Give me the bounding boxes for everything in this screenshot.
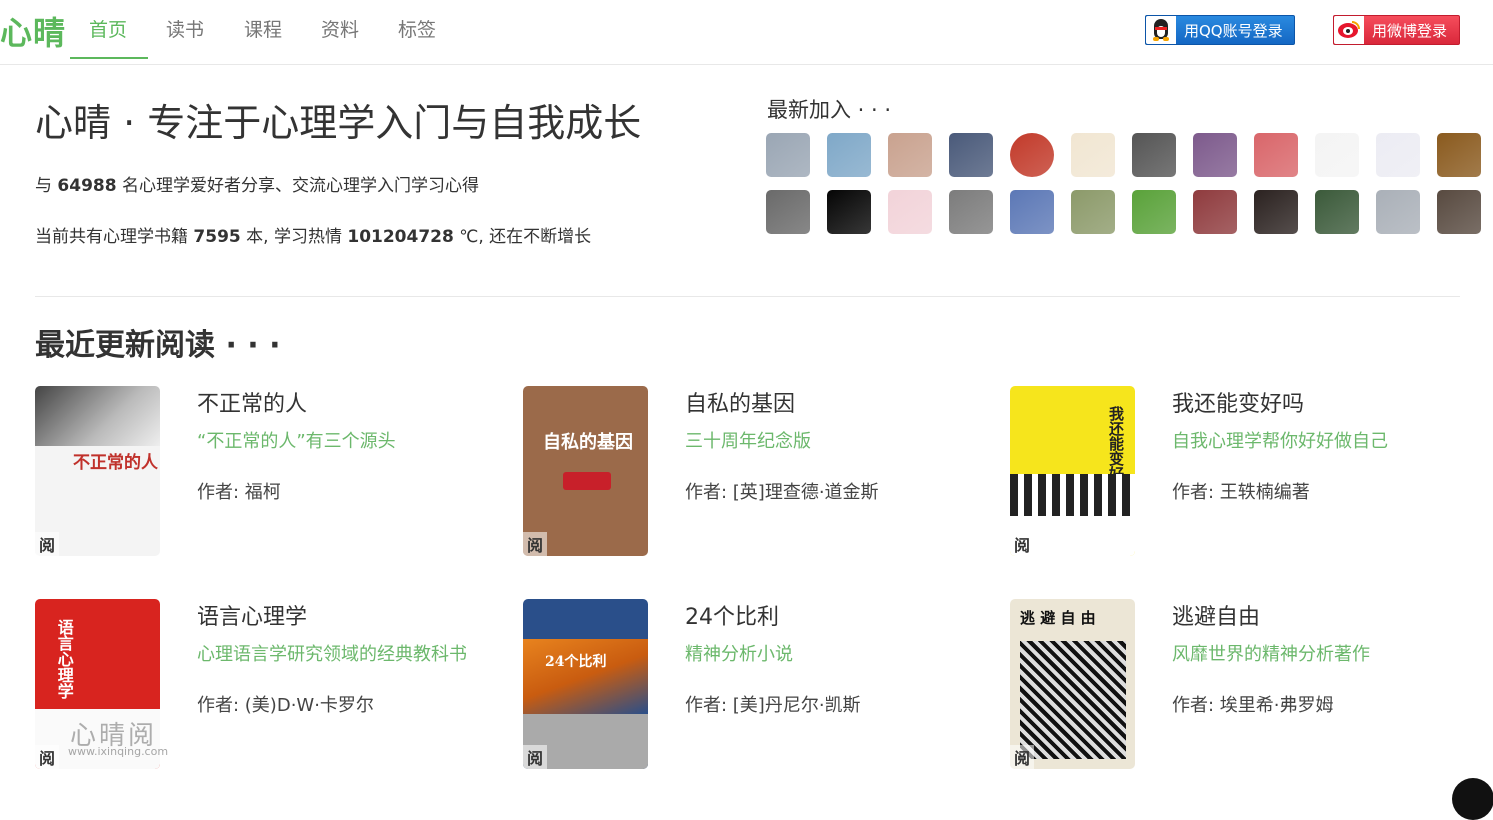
library-stat-line: 当前共有心理学书籍 7595 本, 学习热情 101204728 ℃, 还在不断… [35, 222, 591, 247]
book-author: 作者: 福柯 [197, 482, 281, 503]
qq-login-label: 用QQ账号登录 [1184, 21, 1283, 40]
nav-link-reading[interactable]: 读书 [166, 15, 204, 42]
book-cover[interactable]: 不正常的人 阅 [35, 386, 160, 556]
read-tag: 阅 [1010, 745, 1034, 769]
section-divider [35, 296, 1460, 297]
cover-badge [563, 472, 611, 490]
community-stat-prefix: 与 [35, 176, 58, 196]
member-avatar[interactable] [1132, 190, 1176, 234]
cover-title: 语言心理学 [54, 619, 74, 699]
member-avatar[interactable] [1010, 190, 1054, 234]
nav-link-materials[interactable]: 资料 [321, 15, 359, 42]
book-title[interactable]: 语言心理学 [197, 599, 307, 631]
cover-title: 逃 避 自 由 [1020, 609, 1096, 627]
page-title: 心晴 · 专注于心理学入门与自我成长 [35, 101, 642, 145]
read-tag: 阅 [35, 532, 59, 556]
member-avatar[interactable] [949, 190, 993, 234]
book-subtitle: 风靡世界的精神分析著作 [1172, 644, 1370, 665]
book-title[interactable]: 不正常的人 [197, 386, 307, 418]
member-avatar[interactable] [1071, 133, 1115, 177]
weibo-login-button[interactable]: 用微博登录 [1333, 15, 1460, 45]
cover-artwork [1020, 641, 1126, 759]
book-title[interactable]: 24个比利 [685, 599, 779, 631]
member-avatar[interactable] [1193, 133, 1237, 177]
member-avatar[interactable] [888, 190, 932, 234]
book-author: 作者: [英]理查德·道金斯 [685, 482, 879, 503]
member-avatar[interactable] [1010, 133, 1054, 177]
book-cover[interactable]: 24个比利 阅 [523, 599, 648, 769]
qq-login-button[interactable]: 用QQ账号登录 [1145, 15, 1295, 45]
member-avatar[interactable] [1193, 190, 1237, 234]
member-avatar[interactable] [827, 190, 871, 234]
member-avatar[interactable] [766, 133, 810, 177]
read-tag: 阅 [523, 532, 547, 556]
member-avatar[interactable] [1437, 133, 1481, 177]
back-to-top-button[interactable] [1452, 778, 1493, 820]
weibo-login-label: 用微博登录 [1372, 21, 1448, 40]
community-stat-line: 与 64988 名心理学爱好者分享、交流心理学入门学习心得 [35, 171, 479, 196]
active-nav-indicator [70, 57, 148, 59]
book-author: 作者: (美)D·W·卡罗尔 [197, 695, 374, 716]
book-subtitle: “不正常的人”有三个源头 [197, 431, 396, 452]
member-avatar[interactable] [1254, 190, 1298, 234]
book-title[interactable]: 逃避自由 [1172, 599, 1260, 631]
book-title[interactable]: 我还能变好吗 [1172, 386, 1304, 418]
member-avatar[interactable] [827, 133, 871, 177]
cover-title: 不正常的人 [73, 453, 158, 473]
nav-link-tags[interactable]: 标签 [398, 15, 436, 42]
read-tag: 阅 [1010, 532, 1034, 556]
cover-title: 24个比利 [545, 654, 607, 670]
member-avatar[interactable] [1071, 190, 1115, 234]
book-title[interactable]: 自私的基因 [685, 386, 795, 418]
book-count: 7595 [193, 227, 241, 247]
heat-count: 101204728 [347, 227, 454, 247]
book-cover[interactable]: 自私的基因 阅 [523, 386, 648, 556]
library-stat-suffix: ℃, 还在不断增长 [453, 227, 592, 247]
book-author: 作者: [美]丹尼尔·凯斯 [685, 695, 861, 716]
member-avatar[interactable] [1376, 190, 1420, 234]
top-navbar: 心晴 首页 读书 课程 资料 标签 用QQ账号登录 用微博登录 [0, 0, 1493, 65]
site-logo[interactable]: 心晴 [0, 8, 66, 54]
cover-artwork [35, 386, 160, 446]
member-count: 64988 [57, 176, 117, 196]
read-tag: 阅 [35, 745, 59, 769]
book-subtitle: 自我心理学帮你好好做自己 [1172, 431, 1388, 452]
book-card: 不正常的人 阅 不正常的人 “不正常的人”有三个源头 作者: 福柯 [35, 386, 495, 561]
book-card: 自私的基因 阅 自私的基因 三十周年纪念版 作者: [英]理查德·道金斯 [523, 386, 983, 561]
read-tag: 阅 [523, 745, 547, 769]
cover-title: 自私的基因 [543, 432, 633, 453]
library-stat-prefix: 当前共有心理学书籍 [35, 227, 194, 247]
qq-penguin-icon [1146, 16, 1176, 44]
member-avatar[interactable] [1132, 133, 1176, 177]
member-avatar[interactable] [1315, 133, 1359, 177]
member-avatar[interactable] [1376, 133, 1420, 177]
nav-link-home[interactable]: 首页 [89, 15, 127, 42]
nav-link-courses[interactable]: 课程 [244, 15, 282, 42]
book-author: 作者: 王轶楠编著 [1172, 482, 1310, 503]
member-avatar[interactable] [949, 133, 993, 177]
book-author: 作者: 埃里希·弗罗姆 [1172, 695, 1334, 716]
book-subtitle: 三十周年纪念版 [685, 431, 811, 452]
latest-members-grid [766, 133, 1486, 234]
member-avatar[interactable] [1315, 190, 1359, 234]
weibo-icon [1334, 16, 1364, 44]
book-cover[interactable]: 我还能变好吗 阅 [1010, 386, 1135, 556]
member-avatar[interactable] [888, 133, 932, 177]
book-card: 我还能变好吗 阅 我还能变好吗 自我心理学帮你好好做自己 作者: 王轶楠编著 [1010, 386, 1470, 561]
latest-members-title: 最新加入 · · · [767, 98, 892, 122]
book-card: 24个比利 阅 24个比利 精神分析小说 作者: [美]丹尼尔·凯斯 [523, 599, 983, 774]
library-stat-middle: 本, 学习热情 [240, 227, 348, 247]
community-stat-suffix: 名心理学爱好者分享、交流心理学入门学习心得 [116, 176, 479, 196]
member-avatar[interactable] [1254, 133, 1298, 177]
member-avatar[interactable] [766, 190, 810, 234]
watermark-url: www.ixinqing.com [68, 745, 169, 758]
book-subtitle: 心理语言学研究领域的经典教科书 [197, 644, 467, 665]
book-subtitle: 精神分析小说 [685, 644, 793, 665]
member-avatar[interactable] [1437, 190, 1481, 234]
recent-reading-title: 最近更新阅读 · · · [35, 328, 281, 363]
book-card: 逃 避 自 由 阅 逃避自由 风靡世界的精神分析著作 作者: 埃里希·弗罗姆 [1010, 599, 1470, 774]
cover-artwork [1010, 474, 1135, 516]
book-cover[interactable]: 逃 避 自 由 阅 [1010, 599, 1135, 769]
